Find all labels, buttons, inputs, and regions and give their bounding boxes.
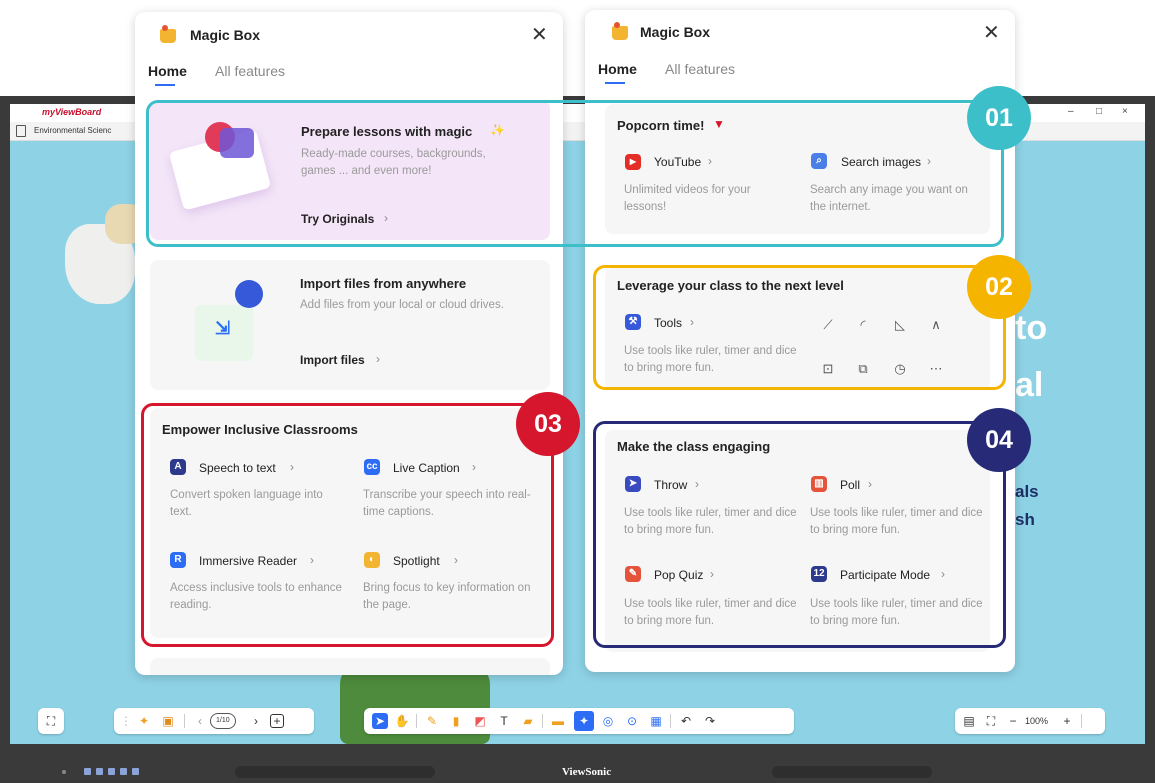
import-arrow-icon: ⇲ — [215, 318, 231, 338]
os-app-icon-4[interactable] — [120, 768, 127, 775]
document-icon — [16, 125, 26, 137]
apps-grid-icon[interactable]: ▦ — [648, 713, 664, 729]
screen-capture-group: ⛶ — [38, 708, 64, 734]
redo-icon[interactable]: ↷ — [702, 713, 718, 729]
close-icon[interactable]: ✕ — [983, 20, 1000, 45]
callout-badge-02: 02 — [967, 255, 1031, 319]
page-indicator[interactable]: 1/10 — [210, 713, 236, 729]
main-toolbar: ➤ ✋ ✎ ▮ ◩ T ▰ ▬ ✦ ◎ ⊙ ▦ ↶ ↷ — [364, 708, 794, 734]
os-dot-icon — [62, 770, 66, 774]
speaker-grille-left — [235, 766, 435, 778]
callout-box-01 — [146, 100, 1004, 247]
magic-box-toolbar-icon[interactable]: ✦ — [136, 713, 152, 729]
magic-box-logo-icon — [612, 22, 628, 40]
screen-capture-icon[interactable]: ⛶ — [43, 713, 59, 729]
magic-box-icon[interactable]: ✦ — [574, 711, 594, 731]
background-text-2: al — [1015, 366, 1044, 404]
fit-screen-icon[interactable]: ⛶ — [983, 713, 999, 729]
callout-badge-04: 04 — [967, 408, 1031, 472]
card-next-partial — [150, 658, 550, 675]
panel-title: Magic Box — [640, 24, 711, 40]
callout-badge-03: 03 — [516, 392, 580, 456]
page-toolbar: ⋮ ✦ ▣ ‹ 1/10 › + — [114, 708, 314, 734]
background-text-4: sh — [1015, 510, 1035, 529]
prev-page-icon[interactable]: ‹ — [192, 713, 208, 729]
tab-home[interactable]: Home — [598, 61, 637, 77]
folder-icon[interactable]: ▬ — [550, 713, 566, 729]
text-tool-icon[interactable]: T — [496, 713, 512, 729]
screenshot-icon[interactable]: ⊙ — [624, 713, 640, 729]
magic-box-logo-icon — [160, 25, 176, 43]
callout-box-02 — [593, 265, 1006, 390]
card-import-desc: Add files from your local or cloud drive… — [300, 299, 504, 311]
monitor-bottom-bar: ViewSonic — [0, 752, 1155, 783]
tab-home-underline — [155, 84, 175, 86]
background-text-3: als — [1015, 482, 1039, 501]
map-icon[interactable]: ▤ — [961, 713, 977, 729]
import-files-link[interactable]: Import files — [300, 353, 365, 367]
document-tab-label: Environmental Scienc — [34, 126, 112, 135]
card-import-title: Import files from anywhere — [300, 276, 467, 291]
eraser-icon[interactable]: ◩ — [472, 713, 488, 729]
next-page-icon[interactable]: › — [248, 713, 264, 729]
drag-handle-icon[interactable]: ⋮ — [118, 713, 134, 729]
tab-all-features[interactable]: All features — [215, 63, 285, 79]
os-app-icon-1[interactable] — [84, 768, 91, 775]
os-app-icon-3[interactable] — [108, 768, 115, 775]
chevron-right-icon: › — [376, 352, 380, 366]
add-page-icon[interactable]: + — [270, 714, 284, 728]
callout-badge-01: 01 — [967, 86, 1031, 150]
close-window-button[interactable]: × — [1122, 106, 1128, 117]
panel-title: Magic Box — [190, 27, 261, 43]
card-import-files[interactable]: ⇲ Import files from anywhere Add files f… — [150, 260, 550, 390]
pan-hand-icon[interactable]: ✋ — [394, 713, 410, 729]
close-icon[interactable]: ✕ — [531, 22, 548, 47]
tab-all-features[interactable]: All features — [665, 61, 735, 77]
undo-icon[interactable]: ↶ — [678, 713, 694, 729]
zoom-level: 100% — [1025, 716, 1049, 726]
zoom-toolbar: ▤ ⛶ − 100% + — [955, 708, 1105, 734]
os-app-icon-2[interactable] — [96, 768, 103, 775]
highlighter-icon[interactable]: ▮ — [448, 713, 464, 729]
tab-home[interactable]: Home — [148, 63, 187, 79]
globe-icon[interactable]: ◎ — [600, 713, 616, 729]
os-app-icon-5[interactable] — [132, 768, 139, 775]
monitor-brand: ViewSonic — [562, 766, 612, 778]
maximize-button[interactable]: □ — [1096, 106, 1102, 117]
zoom-in-icon[interactable]: + — [1059, 713, 1075, 729]
select-tool-icon[interactable]: ➤ — [372, 713, 388, 729]
background-text-1: to — [1015, 309, 1048, 347]
callout-box-03 — [141, 403, 554, 647]
tab-home-underline — [605, 82, 625, 84]
zoom-out-icon[interactable]: − — [1005, 713, 1021, 729]
minimize-button[interactable]: – — [1068, 106, 1074, 117]
pen-icon[interactable]: ✎ — [424, 713, 440, 729]
backpack-icon[interactable]: ▣ — [160, 713, 176, 729]
app-logo: myViewBoard — [42, 107, 102, 117]
import-illustration-circle — [235, 280, 263, 308]
sticky-note-icon[interactable]: ▰ — [520, 713, 536, 729]
speaker-grille-right — [772, 766, 932, 778]
callout-box-04 — [593, 421, 1006, 648]
